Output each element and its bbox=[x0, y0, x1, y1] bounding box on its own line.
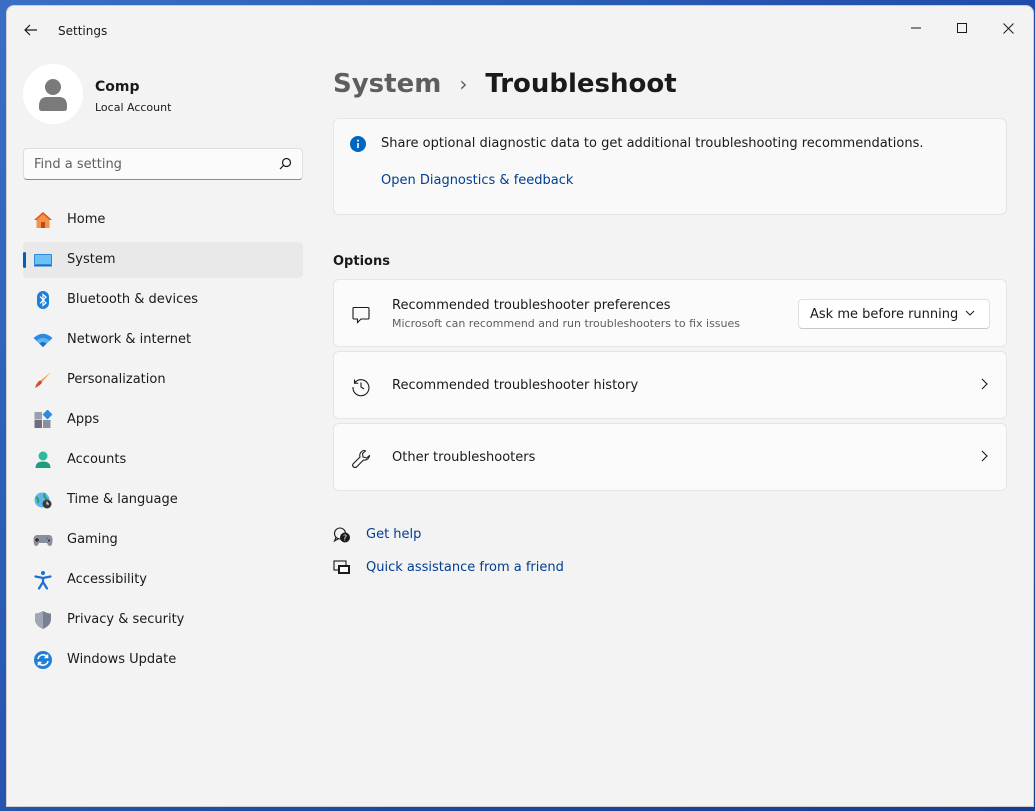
sidebar-item-label: Home bbox=[67, 212, 106, 227]
globe-clock-icon bbox=[33, 490, 53, 510]
sidebar-item-label: Gaming bbox=[67, 532, 118, 547]
sidebar-item-accounts[interactable]: Accounts bbox=[23, 442, 303, 478]
dropdown-selected-value: Ask me before running bbox=[810, 307, 959, 322]
sidebar-item-network[interactable]: Network & internet bbox=[23, 322, 303, 358]
accounts-icon bbox=[33, 450, 53, 470]
get-help-icon: ? bbox=[333, 526, 351, 544]
brush-icon bbox=[33, 370, 53, 390]
sidebar-item-label: Windows Update bbox=[67, 652, 177, 667]
sidebar-nav: Home System Bluetooth & devices Network … bbox=[23, 202, 303, 682]
troubleshooter-history-card[interactable]: Recommended troubleshooter history bbox=[333, 351, 1007, 419]
minimize-button[interactable] bbox=[893, 12, 939, 44]
sidebar-item-home[interactable]: Home bbox=[23, 202, 303, 238]
title-bar: Settings bbox=[7, 6, 1033, 50]
search-box[interactable] bbox=[23, 148, 303, 180]
sidebar-item-personalization[interactable]: Personalization bbox=[23, 362, 303, 398]
sidebar-item-accessibility[interactable]: Accessibility bbox=[23, 562, 303, 598]
sidebar-item-gaming[interactable]: Gaming bbox=[23, 522, 303, 558]
close-button[interactable] bbox=[985, 12, 1031, 44]
history-icon bbox=[350, 376, 372, 398]
sidebar: Comp Local Account Home bbox=[7, 50, 317, 806]
diagnostics-info-banner: Share optional diagnostic data to get ad… bbox=[333, 118, 1007, 215]
sidebar-item-label: System bbox=[67, 252, 116, 267]
search-icon[interactable] bbox=[279, 157, 292, 170]
close-icon bbox=[1002, 22, 1014, 34]
shield-icon bbox=[33, 610, 53, 630]
accessibility-icon bbox=[33, 570, 53, 590]
preferences-title: Recommended troubleshooter preferences bbox=[392, 298, 671, 313]
other-troubleshooters-title: Other troubleshooters bbox=[392, 450, 536, 465]
get-help-link[interactable]: Get help bbox=[366, 527, 421, 542]
chevron-down-icon bbox=[965, 310, 975, 316]
breadcrumb-parent[interactable]: System bbox=[333, 69, 441, 99]
options-section-title: Options bbox=[333, 254, 390, 269]
maximize-icon bbox=[957, 23, 967, 33]
minimize-icon bbox=[911, 27, 921, 29]
sidebar-item-bluetooth[interactable]: Bluetooth & devices bbox=[23, 282, 303, 318]
info-icon bbox=[350, 136, 366, 152]
search-input[interactable] bbox=[24, 149, 264, 179]
sidebar-item-windows-update[interactable]: Windows Update bbox=[23, 642, 303, 678]
avatar bbox=[23, 64, 83, 124]
user-avatar-icon bbox=[39, 79, 67, 111]
page-title: Troubleshoot bbox=[485, 69, 677, 99]
svg-text:?: ? bbox=[343, 534, 347, 543]
settings-window: Settings Comp Local Account Find a setti… bbox=[6, 5, 1034, 807]
maximize-button[interactable] bbox=[939, 12, 985, 44]
sidebar-item-label: Privacy & security bbox=[67, 612, 185, 627]
bluetooth-icon bbox=[33, 290, 53, 310]
chat-bubble-icon bbox=[350, 304, 372, 326]
chevron-right-icon bbox=[981, 378, 988, 390]
back-button[interactable] bbox=[21, 20, 41, 40]
sidebar-item-label: Apps bbox=[67, 412, 100, 427]
system-icon bbox=[33, 250, 53, 270]
sidebar-item-label: Network & internet bbox=[67, 332, 192, 347]
profile-account-type: Local Account bbox=[95, 101, 172, 114]
chevron-right-icon bbox=[981, 450, 988, 462]
update-icon bbox=[33, 650, 53, 670]
open-diagnostics-link[interactable]: Open Diagnostics & feedback bbox=[381, 173, 573, 188]
sidebar-item-time-language[interactable]: Time & language bbox=[23, 482, 303, 518]
info-text: Share optional diagnostic data to get ad… bbox=[381, 136, 924, 151]
sidebar-item-system[interactable]: System bbox=[23, 242, 303, 278]
preferences-subtitle: Microsoft can recommend and run troubles… bbox=[392, 317, 740, 330]
back-arrow-icon bbox=[24, 24, 37, 36]
wrench-icon bbox=[350, 448, 372, 470]
history-title: Recommended troubleshooter history bbox=[392, 378, 639, 393]
troubleshooter-preferences-card: Recommended troubleshooter preferences M… bbox=[333, 279, 1007, 347]
main-content: System › Troubleshoot Share optional dia… bbox=[333, 50, 1008, 806]
app-title: Settings bbox=[58, 24, 108, 38]
apps-icon bbox=[33, 410, 53, 430]
wifi-icon bbox=[33, 330, 53, 350]
sidebar-item-label: Accessibility bbox=[67, 572, 147, 587]
quick-assist-link[interactable]: Quick assistance from a friend bbox=[366, 560, 564, 575]
gamepad-icon bbox=[33, 530, 53, 550]
quick-assist-icon bbox=[333, 559, 351, 577]
sidebar-item-label: Time & language bbox=[67, 492, 178, 507]
sidebar-item-label: Bluetooth & devices bbox=[67, 292, 198, 307]
breadcrumb: System › Troubleshoot bbox=[333, 64, 677, 104]
sidebar-item-label: Accounts bbox=[67, 452, 127, 467]
troubleshooter-preference-dropdown[interactable]: Ask me before running bbox=[798, 299, 990, 329]
breadcrumb-separator: › bbox=[459, 72, 468, 96]
other-troubleshooters-card[interactable]: Other troubleshooters bbox=[333, 423, 1007, 491]
home-icon bbox=[33, 210, 53, 230]
user-profile[interactable]: Comp Local Account bbox=[23, 64, 303, 124]
sidebar-item-privacy-security[interactable]: Privacy & security bbox=[23, 602, 303, 638]
sidebar-item-apps[interactable]: Apps bbox=[23, 402, 303, 438]
sidebar-item-label: Personalization bbox=[67, 372, 166, 387]
profile-name: Comp bbox=[95, 79, 140, 95]
